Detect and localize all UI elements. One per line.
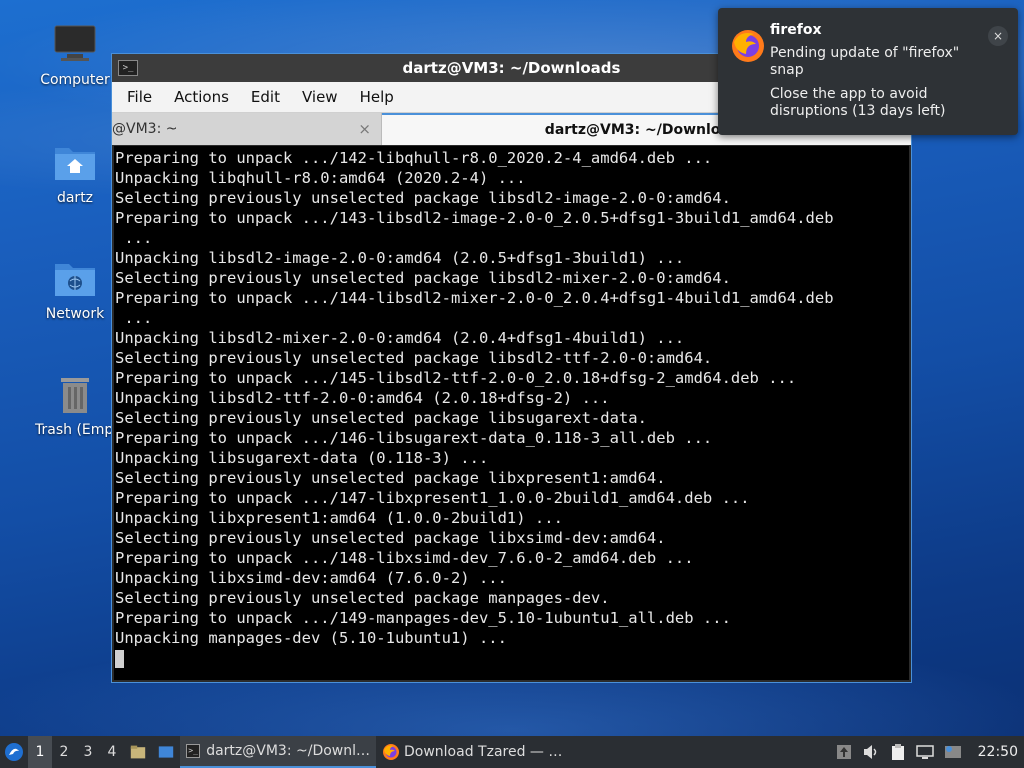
tab-home[interactable]: @VM3: ~ × [112, 113, 382, 145]
menu-edit[interactable]: Edit [240, 88, 291, 106]
terminal-line: ... [115, 309, 153, 327]
terminal-line: Preparing to unpack .../147-libxpresent1… [115, 489, 750, 507]
terminal-cursor [115, 649, 124, 668]
notification-detail: Close the app to avoid disruptions (13 d… [770, 86, 946, 119]
menu-help[interactable]: Help [349, 88, 405, 106]
terminal-line: Unpacking libqhull-r8.0:amd64 (2020.2-4)… [115, 169, 526, 187]
terminal-line: Selecting previously unselected package … [115, 469, 666, 487]
desktop-icon-label: Trash (Empty) [35, 422, 115, 438]
notification-title: firefox [770, 22, 822, 38]
terminal-line: Preparing to unpack .../144-libsdl2-mixe… [115, 289, 834, 307]
terminal-line: Selecting previously unselected package … [115, 529, 666, 547]
network-icon[interactable] [915, 744, 934, 760]
terminal-line: Selecting previously unselected package … [115, 409, 647, 427]
notification-icon[interactable] [944, 744, 962, 760]
update-icon[interactable] [836, 744, 852, 760]
file-manager-icon [130, 745, 146, 759]
tab-close-icon[interactable]: × [358, 120, 371, 138]
terminal-line: Selecting previously unselected package … [115, 349, 713, 367]
workspace-4[interactable]: 4 [100, 736, 124, 768]
menu-actions[interactable]: Actions [163, 88, 240, 106]
workspace-3[interactable]: 3 [76, 736, 100, 768]
close-icon[interactable]: × [988, 26, 1008, 46]
terminal-lines: Preparing to unpack .../142-libqhull-r8.… [115, 148, 909, 648]
terminal-line: Preparing to unpack .../148-libxsimd-dev… [115, 549, 694, 567]
terminal-line: Unpacking libsdl2-ttf-2.0-0:amd64 (2.0.1… [115, 389, 610, 407]
network-folder-icon [55, 264, 95, 296]
taskbar-terminal[interactable]: >_ dartz@VM3: ~/Downl… [180, 736, 376, 768]
terminal-line: Preparing to unpack .../149-manpages-dev… [115, 609, 731, 627]
quicklaunch-files[interactable] [124, 736, 152, 768]
terminal-line: Unpacking libxpresent1:amd64 (1.0.0-2bui… [115, 509, 563, 527]
terminal-line: Selecting previously unselected package … [115, 589, 610, 607]
computer-icon [54, 25, 96, 61]
desktop-icon-label: Computer [40, 72, 110, 88]
terminal-line: Unpacking libsdl2-image-2.0-0:amd64 (2.0… [115, 249, 685, 267]
notification-popup[interactable]: firefox Pending update of "firefox" snap… [718, 8, 1018, 135]
desktop-icon-network[interactable]: Network [35, 258, 115, 322]
desktop-icon-home[interactable]: dartz [35, 142, 115, 206]
terminal-line: Unpacking manpages-dev (5.10-1ubuntu1) .… [115, 629, 507, 647]
clock[interactable]: 22:50 [978, 744, 1018, 760]
menu-file[interactable]: File [116, 88, 163, 106]
workspace-1[interactable]: 1 [28, 736, 52, 768]
clipboard-icon[interactable] [890, 743, 906, 761]
volume-icon[interactable] [862, 744, 880, 760]
terminal-line: Unpacking libsugarext-data (0.118-3) ... [115, 449, 489, 467]
terminal-line: Preparing to unpack .../143-libsdl2-imag… [115, 209, 834, 227]
firefox-icon [383, 744, 399, 760]
taskbar-firefox[interactable]: Download Tzared — … [376, 736, 572, 768]
terminal-line: Selecting previously unselected package … [115, 189, 731, 207]
terminal-window: >_ dartz@VM3: ~/Downloads File Actions E… [111, 53, 912, 683]
terminal-line: Unpacking libxsimd-dev:amd64 (7.6.0-2) .… [115, 569, 507, 587]
taskbar-app-label: Download Tzared — … [404, 744, 563, 760]
desktop-icon-trash[interactable]: Trash (Empty) [35, 374, 115, 438]
terminal-line: Preparing to unpack .../145-libsdl2-ttf-… [115, 369, 797, 387]
desktop-icon-label: Network [45, 306, 105, 322]
quicklaunch-desktop[interactable] [152, 736, 180, 768]
terminal-line: Selecting previously unselected package … [115, 269, 731, 287]
tab-label: @VM3: ~ [112, 121, 178, 137]
desktop-icon-computer[interactable]: Computer [35, 24, 115, 88]
notification-message: Pending update of "firefox" snap [770, 45, 960, 78]
menu-view[interactable]: View [291, 88, 349, 106]
system-tray: 22:50 [836, 743, 1024, 761]
show-desktop-icon [158, 746, 174, 758]
terminal-icon: >_ [186, 744, 201, 758]
terminal-output[interactable]: Preparing to unpack .../142-libqhull-r8.… [114, 146, 909, 680]
terminal-line: Preparing to unpack .../142-libqhull-r8.… [115, 149, 713, 167]
terminal-line: Unpacking libsdl2-mixer-2.0-0:amd64 (2.0… [115, 329, 685, 347]
firefox-icon [732, 30, 764, 62]
lubuntu-logo-icon [5, 743, 23, 761]
terminal-line: ... [115, 229, 153, 247]
start-menu-button[interactable] [0, 736, 28, 768]
desktop-icon-label: dartz [56, 190, 94, 206]
terminal-line: Preparing to unpack .../146-libsugarext-… [115, 429, 713, 447]
trash-icon [61, 378, 89, 413]
taskbar-app-label: dartz@VM3: ~/Downl… [206, 743, 370, 759]
home-folder-icon [55, 148, 95, 180]
taskbar: 1 2 3 4 >_ dartz@VM3: ~/Downl… Download … [0, 736, 1024, 768]
workspace-2[interactable]: 2 [52, 736, 76, 768]
